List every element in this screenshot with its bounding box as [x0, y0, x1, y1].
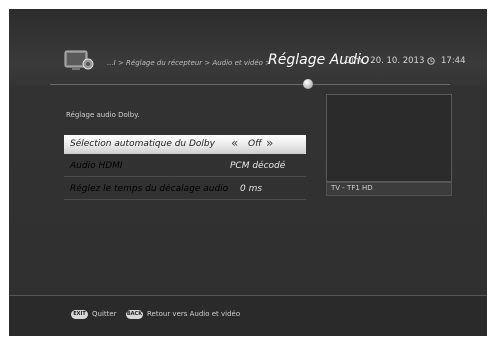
header-divider — [50, 84, 450, 85]
clock-icon — [427, 57, 435, 65]
setting-value: PCM décodé — [230, 161, 286, 171]
setting-value: 0 ms — [240, 184, 263, 194]
breadcrumb: ...I > Réglage du récepteur > Audio et v… — [107, 59, 272, 67]
exit-key-icon[interactable]: EXIT — [71, 310, 88, 319]
time-display: 17:44 — [441, 56, 466, 66]
chevron-right-icon[interactable]: » — [266, 136, 273, 150]
date-display: Dim., 20. 10. 2013 — [345, 56, 425, 66]
footer-bar: EXIT Quitter BACK Retour vers Audio et v… — [9, 295, 487, 336]
settings-tv-icon — [64, 50, 94, 70]
header-marker — [303, 79, 313, 89]
channel-preview — [326, 94, 452, 182]
back-label: Retour vers Audio et vidéo — [147, 310, 241, 318]
back-key-icon[interactable]: BACK — [126, 310, 143, 319]
setting-label: Sélection automatique du Dolby — [70, 139, 215, 149]
setting-label: Réglez le temps du décalage audio — [70, 184, 229, 194]
setting-value: Off — [248, 139, 262, 149]
exit-label: Quitter — [92, 310, 117, 318]
channel-caption: TV - TF1 HD — [326, 182, 452, 196]
chevron-left-icon[interactable]: « — [231, 136, 238, 150]
header — [9, 9, 487, 85]
channel-name: TV - TF1 HD — [331, 184, 373, 192]
setting-row-hdmi-audio[interactable]: Audio HDMI PCM décodé — [64, 157, 306, 177]
setting-row-audio-delay[interactable]: Réglez le temps du décalage audio 0 ms — [64, 180, 306, 200]
setting-row-dolby-auto[interactable]: Sélection automatique du Dolby « Off » — [64, 135, 306, 154]
section-label: Réglage audio Dolby. — [66, 111, 140, 119]
setting-label: Audio HDMI — [70, 161, 123, 171]
tv-screen: ...I > Réglage du récepteur > Audio et v… — [9, 9, 487, 336]
